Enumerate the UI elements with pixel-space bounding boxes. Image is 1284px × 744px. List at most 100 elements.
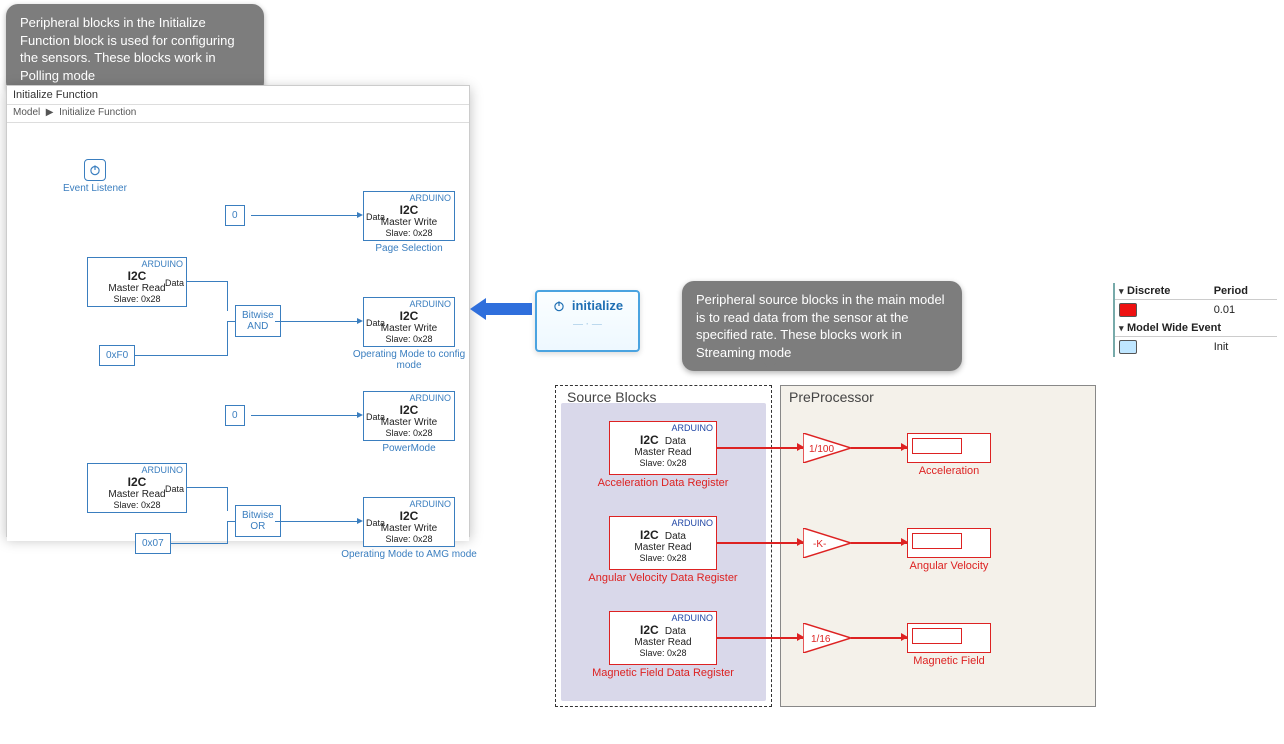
- block-header: ARDUINO: [88, 258, 186, 269]
- i2c-master-write-block[interactable]: ARDUINO I2C Master Write Slave: 0x28 Dat…: [363, 191, 455, 241]
- block-header: ARDUINO: [364, 192, 454, 203]
- bitwise-or-block[interactable]: Bitwise OR: [235, 505, 281, 537]
- i2c-master-read-block[interactable]: ARDUINO I2C Data Master Read Slave: 0x28: [609, 516, 717, 570]
- arrow-icon: [797, 443, 804, 451]
- constant-block[interactable]: 0: [225, 205, 245, 226]
- power-icon: [84, 159, 106, 181]
- event-listener-label: Event Listener: [63, 183, 127, 194]
- block-title: I2C: [640, 623, 659, 637]
- block-header: ARDUINO: [610, 612, 716, 623]
- initialize-subsystem-block[interactable]: initialize — · —: [535, 290, 640, 352]
- breadcrumb-item[interactable]: Initialize Function: [59, 107, 136, 118]
- port-label: Data: [665, 436, 686, 447]
- constant-block[interactable]: 0: [225, 405, 245, 426]
- block-caption: Operating Mode to AMG mode: [339, 549, 479, 560]
- legend-header-discrete: Discrete: [1127, 285, 1170, 297]
- initialize-label: initialize: [572, 298, 623, 313]
- block-slave: Slave: 0x28: [610, 648, 716, 658]
- breadcrumb-item[interactable]: Model: [13, 107, 40, 118]
- signal-line: [275, 521, 359, 522]
- block-header: ARDUINO: [610, 422, 716, 433]
- block-slave: Slave: 0x28: [364, 334, 454, 344]
- chevron-down-icon[interactable]: ▾: [1119, 323, 1127, 334]
- color-swatch-blue: [1119, 340, 1137, 354]
- block-caption: Magnetic Field Data Register: [577, 667, 749, 679]
- legend-header-event: Model Wide Event: [1127, 322, 1221, 334]
- signal-line: [717, 637, 803, 639]
- block-caption: Magnetic Field: [903, 655, 995, 667]
- block-slave: Slave: 0x28: [610, 458, 716, 468]
- signal-line: [227, 521, 235, 522]
- i2c-master-read-block[interactable]: ARDUINO I2C Data Master Read Slave: 0x28: [609, 611, 717, 665]
- signal-line: [851, 637, 907, 639]
- gain-block[interactable]: -K-: [803, 528, 851, 558]
- initialize-subtext: — · —: [537, 313, 638, 330]
- block-caption: Operating Mode to config mode: [339, 349, 479, 371]
- event-listener-block[interactable]: Event Listener: [63, 159, 127, 194]
- display-block[interactable]: [907, 623, 991, 653]
- constant-block[interactable]: 0x07: [135, 533, 171, 554]
- display-block[interactable]: [907, 528, 991, 558]
- signal-line: [227, 321, 235, 322]
- block-header: ARDUINO: [364, 498, 454, 509]
- svg-text:1/16: 1/16: [811, 634, 831, 645]
- port-label: Data: [366, 412, 385, 422]
- gain-block[interactable]: 1/16: [803, 623, 851, 653]
- signal-line: [251, 215, 359, 216]
- i2c-master-read-block[interactable]: ARDUINO I2C Master Read Slave: 0x28 Data: [87, 257, 187, 307]
- i2c-master-write-block[interactable]: ARDUINO I2C Master Write Slave: 0x28 Dat…: [363, 391, 455, 441]
- arrow-icon: [797, 538, 804, 546]
- signal-line: [170, 543, 227, 544]
- port-label: Data: [165, 278, 184, 288]
- block-header: ARDUINO: [364, 392, 454, 403]
- source-blocks-title: Source Blocks: [567, 389, 656, 405]
- block-caption: PowerMode: [363, 443, 455, 454]
- initialize-function-window: Initialize Function Model ▶ Initialize F…: [6, 85, 470, 537]
- i2c-master-write-block[interactable]: ARDUINO I2C Master Write Slave: 0x28 Dat…: [363, 297, 455, 347]
- signal-line: [135, 355, 227, 356]
- block-subtitle: Master Read: [610, 542, 716, 553]
- power-icon: [552, 299, 566, 313]
- port-label: Data: [665, 626, 686, 637]
- arrow-icon: [797, 633, 804, 641]
- i2c-master-read-block[interactable]: ARDUINO I2C Data Master Read Slave: 0x28: [609, 421, 717, 475]
- signal-line: [851, 447, 907, 449]
- constant-block[interactable]: 0xF0: [99, 345, 135, 366]
- legend-header-period: Period: [1210, 283, 1277, 300]
- callout-source-blocks: Peripheral source blocks in the main mod…: [682, 281, 962, 371]
- chevron-down-icon[interactable]: ▾: [1119, 286, 1127, 297]
- block-slave: Slave: 0x28: [364, 534, 454, 544]
- block-title: I2C: [640, 528, 659, 542]
- display-block[interactable]: [907, 433, 991, 463]
- arrow-icon: [901, 538, 908, 546]
- window-title: Initialize Function: [7, 86, 469, 105]
- signal-line: [717, 447, 803, 449]
- port-label: Data: [665, 531, 686, 542]
- i2c-master-read-block[interactable]: ARDUINO I2C Master Read Slave: 0x28 Data: [87, 463, 187, 513]
- block-subtitle: Master Read: [610, 447, 716, 458]
- block-header: ARDUINO: [610, 517, 716, 528]
- arrow-icon: [901, 633, 908, 641]
- relation-arrow-icon: [470, 298, 532, 318]
- block-title: I2C: [640, 433, 659, 447]
- signal-line: [187, 487, 227, 488]
- arrow-icon: [901, 443, 908, 451]
- block-caption: Angular Velocity Data Register: [573, 572, 753, 584]
- block-caption: Page Selection: [363, 243, 455, 254]
- gain-block[interactable]: 1/100: [803, 433, 851, 463]
- block-caption: Angular Velocity: [897, 560, 1001, 572]
- block-slave: Slave: 0x28: [610, 553, 716, 563]
- main-model-canvas[interactable]: Source Blocks PreProcessor ARDUINO I2C D…: [555, 381, 1100, 713]
- color-swatch-red: [1119, 303, 1137, 317]
- block-header: ARDUINO: [364, 298, 454, 309]
- bitwise-and-block[interactable]: Bitwise AND: [235, 305, 281, 337]
- i2c-master-write-block[interactable]: ARDUINO I2C Master Write Slave: 0x28 Dat…: [363, 497, 455, 547]
- diagram-canvas[interactable]: Event Listener 0 ARDUINO I2C Master Writ…: [7, 123, 469, 541]
- signal-line: [851, 542, 907, 544]
- block-slave: Slave: 0x28: [88, 294, 186, 304]
- signal-line: [227, 281, 228, 311]
- breadcrumb[interactable]: Model ▶ Initialize Function: [7, 105, 469, 123]
- svg-text:-K-: -K-: [813, 539, 826, 550]
- legend-period-value: 0.01: [1210, 300, 1277, 321]
- preprocessor-title: PreProcessor: [789, 389, 874, 405]
